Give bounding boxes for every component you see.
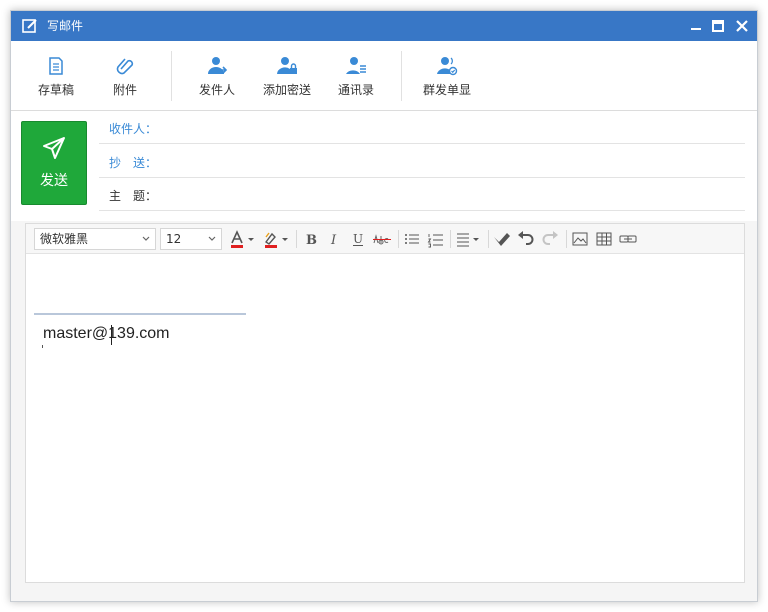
italic-icon: I xyxy=(330,233,337,248)
subject-row: 主 题： xyxy=(99,178,745,211)
user-list-icon xyxy=(346,57,366,74)
image-icon xyxy=(572,232,588,246)
save-draft-label: 存草稿 xyxy=(37,83,74,97)
editor-toolbar-divider xyxy=(450,230,451,248)
to-row: 收件人： xyxy=(99,111,745,144)
editor-toolbar-divider xyxy=(398,230,399,248)
bullet-list-button[interactable] xyxy=(402,229,422,249)
bullet-list-icon xyxy=(405,234,419,244)
editor-body[interactable]: master@139.com xyxy=(26,255,744,582)
to-label[interactable]: 收件人： xyxy=(109,120,157,137)
numbered-list-icon xyxy=(427,234,443,248)
font-color-button[interactable] xyxy=(228,229,258,249)
svg-text:B: B xyxy=(306,233,317,248)
rich-text-editor: 微软雅黑 12 B I U master@139.com xyxy=(25,223,745,583)
strikethrough-icon xyxy=(373,234,391,245)
insert-image-button[interactable] xyxy=(570,229,590,249)
text-cursor xyxy=(111,325,112,345)
send-button[interactable]: 发送 xyxy=(21,121,87,205)
svg-text:U: U xyxy=(353,232,363,246)
user-broadcast-icon xyxy=(437,57,458,76)
redo-icon xyxy=(542,231,558,245)
document-icon xyxy=(49,57,63,75)
bold-button[interactable]: B xyxy=(300,229,320,249)
editor-toolbar-divider xyxy=(488,230,489,248)
minimize-button[interactable] xyxy=(687,17,705,35)
window-title: 写邮件 xyxy=(47,19,84,33)
cc-label[interactable]: 抄 送： xyxy=(109,154,157,171)
undo-icon xyxy=(518,231,534,245)
compose-window: 写邮件 存草稿 附件 发件人 添加密送 通讯录 群发单显 发送 收件人： 抄 送… xyxy=(10,10,758,602)
highlighter-icon xyxy=(264,232,288,248)
toolbar-divider xyxy=(401,51,402,101)
font-size-select[interactable]: 12 xyxy=(160,228,222,250)
editor-toolbar: 微软雅黑 12 B I U xyxy=(26,224,744,254)
edit-icon xyxy=(21,17,39,35)
underline-icon: U xyxy=(353,232,363,246)
link-icon xyxy=(619,235,637,243)
italic-button[interactable]: I xyxy=(324,229,344,249)
compose-header: 发送 收件人： 抄 送： 主 题： xyxy=(11,111,757,221)
subject-input[interactable] xyxy=(161,183,731,205)
editor-toolbar-divider xyxy=(566,230,567,248)
maximize-button[interactable] xyxy=(709,17,727,35)
undo-button[interactable] xyxy=(516,229,536,249)
editor-toolbar-divider xyxy=(296,230,297,248)
strikethrough-button[interactable] xyxy=(372,229,392,249)
attachment-button[interactable]: 附件 xyxy=(109,55,141,101)
to-input[interactable] xyxy=(161,116,731,138)
bold-icon: B xyxy=(306,233,317,248)
attachment-label: 附件 xyxy=(112,83,137,97)
title-bar: 写邮件 xyxy=(11,11,757,41)
subject-label: 主 题： xyxy=(109,189,158,203)
cc-row: 抄 送： xyxy=(99,145,745,178)
user-lock-icon xyxy=(277,57,297,74)
underline-button[interactable]: U xyxy=(348,229,368,249)
main-toolbar: 存草稿 附件 发件人 添加密送 通讯录 群发单显 xyxy=(11,41,757,111)
insert-link-button[interactable] xyxy=(618,229,638,249)
signature-divider xyxy=(34,313,246,315)
close-button[interactable] xyxy=(733,17,751,35)
add-bcc-button[interactable]: 添加密送 xyxy=(261,55,313,101)
user-arrow-icon xyxy=(208,57,228,74)
align-button[interactable] xyxy=(454,229,484,249)
cursor-mark xyxy=(42,345,43,348)
format-painter-icon xyxy=(494,233,510,246)
paper-plane-icon xyxy=(43,137,65,159)
table-icon xyxy=(596,232,612,246)
contacts-button[interactable]: 通讯录 xyxy=(336,55,376,101)
format-painter-button[interactable] xyxy=(492,229,512,249)
save-draft-button[interactable]: 存草稿 xyxy=(35,55,77,101)
redo-button[interactable] xyxy=(540,229,560,249)
insert-table-button[interactable] xyxy=(594,229,614,249)
mass-send-label: 群发单显 xyxy=(422,83,471,97)
highlight-color-button[interactable] xyxy=(262,229,292,249)
cc-input[interactable] xyxy=(161,150,731,172)
font-color-icon xyxy=(231,230,254,248)
paperclip-icon xyxy=(116,58,134,75)
font-family-value: 微软雅黑 xyxy=(40,232,89,246)
chevron-down-icon xyxy=(208,236,216,241)
signature-text: master@139.com xyxy=(43,325,170,342)
chevron-down-icon xyxy=(142,236,150,241)
numbered-list-button[interactable] xyxy=(426,229,446,249)
align-icon xyxy=(457,233,479,247)
sender-label: 发件人 xyxy=(198,83,235,97)
mass-send-button[interactable]: 群发单显 xyxy=(421,55,473,101)
send-label: 发送 xyxy=(40,173,68,189)
font-size-value: 12 xyxy=(166,232,182,246)
svg-text:I: I xyxy=(330,233,337,248)
add-bcc-label: 添加密送 xyxy=(262,83,311,97)
contacts-label: 通讯录 xyxy=(337,83,374,97)
sender-button[interactable]: 发件人 xyxy=(197,55,237,101)
font-family-select[interactable]: 微软雅黑 xyxy=(34,228,156,250)
toolbar-divider xyxy=(171,51,172,101)
